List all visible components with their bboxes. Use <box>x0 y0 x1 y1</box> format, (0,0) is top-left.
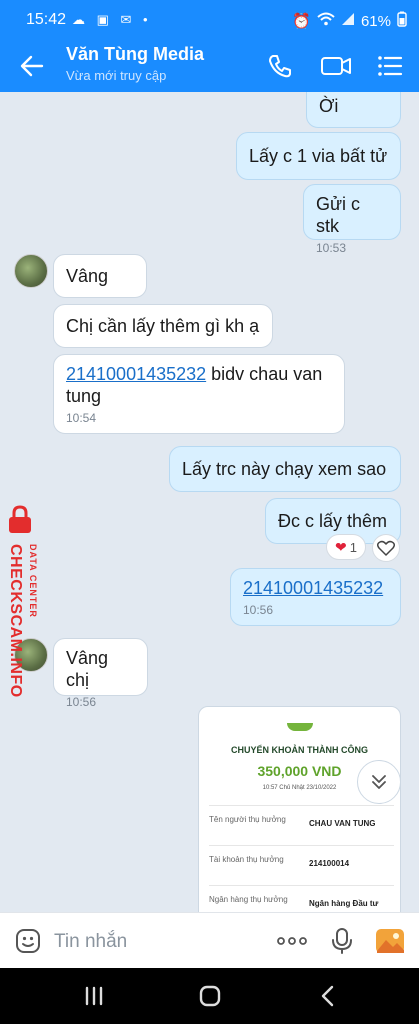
message-text: Ời <box>319 96 339 116</box>
contact-avatar[interactable] <box>14 254 48 288</box>
receipt-row-label: Tài khoản thụ hưởng <box>209 855 284 864</box>
scroll-to-bottom-button[interactable] <box>357 760 401 804</box>
message-text: Vâng chị <box>66 648 109 690</box>
reaction-count: 1 <box>349 539 357 555</box>
message-time: 10:53 <box>316 241 347 255</box>
message-text: Gửi c stk <box>316 194 361 236</box>
receipt-row-value: Ngân hàng Đầu tư <box>309 899 379 908</box>
battery-percent: 61% <box>360 12 391 30</box>
receipt-row: Tên người thụ hưởng CHAU VAN TUNG <box>209 805 394 845</box>
chat-area[interactable]: Ời Lấy c 1 via bất tử Gửi c stk 10:53 Vâ… <box>0 92 419 912</box>
watermark-text: CHECKSCAM.INFO <box>7 544 24 698</box>
watermark-subtext: DATA CENTER <box>28 544 38 618</box>
message-time: 10:54 <box>66 411 97 425</box>
heart-outline-icon <box>376 540 395 556</box>
system-back-icon[interactable] <box>314 982 342 1010</box>
message-time: 10:56 <box>66 695 97 709</box>
alarm-icon: ⏰ <box>292 13 311 30</box>
menu-list-icon[interactable] <box>376 52 404 80</box>
phone-call-icon[interactable] <box>266 52 294 80</box>
add-reaction-button[interactable] <box>371 534 400 562</box>
lock-icon <box>9 505 31 533</box>
chat-header: Văn Tùng Media Vừa mới truy cập <box>0 40 419 92</box>
microphone-icon[interactable] <box>328 927 356 955</box>
account-number-link[interactable]: 21410001435232 <box>243 578 383 598</box>
message-bubble-sent[interactable]: 21410001435232 10:56 <box>230 568 401 626</box>
system-nav-bar <box>0 968 419 1024</box>
back-arrow-icon[interactable] <box>18 52 46 80</box>
wifi-icon <box>317 12 335 30</box>
message-bubble-received[interactable]: 21410001435232 bidv chau van tung 10:54 <box>53 354 345 434</box>
receipt-row-value: CHAU VAN TUNG <box>309 819 376 828</box>
message-input-bar: Tin nhắn <box>0 912 419 968</box>
heart-reaction-icon: ❤ <box>335 538 347 555</box>
receipt-row: Ngân hàng thụ hưởng Ngân hàng Đầu tư <box>209 885 394 912</box>
message-bubble-received[interactable]: Vâng chị 10:56 <box>53 638 148 709</box>
message-reactions: ❤ 1 <box>326 534 400 562</box>
message-bubble-received[interactable]: Vâng <box>53 254 147 298</box>
contact-name[interactable]: Văn Tùng Media <box>66 44 204 65</box>
status-time: 15:42 <box>26 11 67 28</box>
message-time: 10:56 <box>243 603 274 617</box>
gallery-image-icon[interactable] <box>375 927 405 955</box>
status-bar: 15:42 ☁ ▣ ✉ • ⏰ 61% <box>0 0 419 40</box>
status-right: ⏰ 61% <box>292 11 407 31</box>
message-text: Đc c lấy thêm <box>278 511 388 531</box>
message-input[interactable]: Tin nhắn <box>54 931 127 953</box>
transfer-receipt-image[interactable]: CHUYỂN KHOẢN THÀNH CÔNG 350,000 VND 10:5… <box>198 706 401 912</box>
receipt-row: Tài khoản thụ hưởng 214100014 <box>209 845 394 885</box>
account-number-link[interactable]: 21410001435232 <box>66 364 206 384</box>
message-bubble-sent[interactable]: Lấy trc này chạy xem sao <box>169 446 401 492</box>
message-bubble-sent[interactable]: Ời <box>306 92 401 128</box>
double-chevron-down-icon <box>372 775 386 789</box>
receipt-row-label: Ngân hàng thụ hưởng <box>209 895 288 904</box>
message-text: Vâng <box>66 266 109 286</box>
recent-apps-icon[interactable] <box>80 982 108 1010</box>
presence-status: Vừa mới truy cập <box>66 68 167 83</box>
signal-icon <box>341 12 355 30</box>
receipt-row-label: Tên người thụ hưởng <box>209 815 286 824</box>
home-icon[interactable] <box>196 982 224 1010</box>
receipt-title: CHUYỂN KHOẢN THÀNH CÔNG <box>231 745 368 755</box>
message-bubble-sent[interactable]: Lấy c 1 via bất tử <box>236 132 401 180</box>
notification-icons: ☁ ▣ ✉ • <box>72 12 152 27</box>
receipt-row-value: 214100014 <box>309 859 350 868</box>
bank-logo <box>287 723 313 731</box>
message-text: Chị cần lấy thêm gì kh ạ <box>66 316 260 336</box>
more-options-icon[interactable] <box>276 927 308 955</box>
watermark: CHECKSCAM.INFO DATA CENTER <box>2 500 48 710</box>
message-text: Lấy trc này chạy xem sao <box>182 459 387 479</box>
video-call-icon[interactable] <box>320 52 352 80</box>
reaction-summary[interactable]: ❤ 1 <box>326 534 366 560</box>
message-text: Lấy c 1 via bất tử <box>249 146 388 166</box>
message-bubble-sent[interactable]: Gửi c stk 10:53 <box>303 184 401 255</box>
sticker-emoji-icon[interactable] <box>14 927 42 955</box>
message-bubble-received[interactable]: Chị cần lấy thêm gì kh ạ <box>53 304 273 348</box>
battery-icon <box>397 11 407 31</box>
